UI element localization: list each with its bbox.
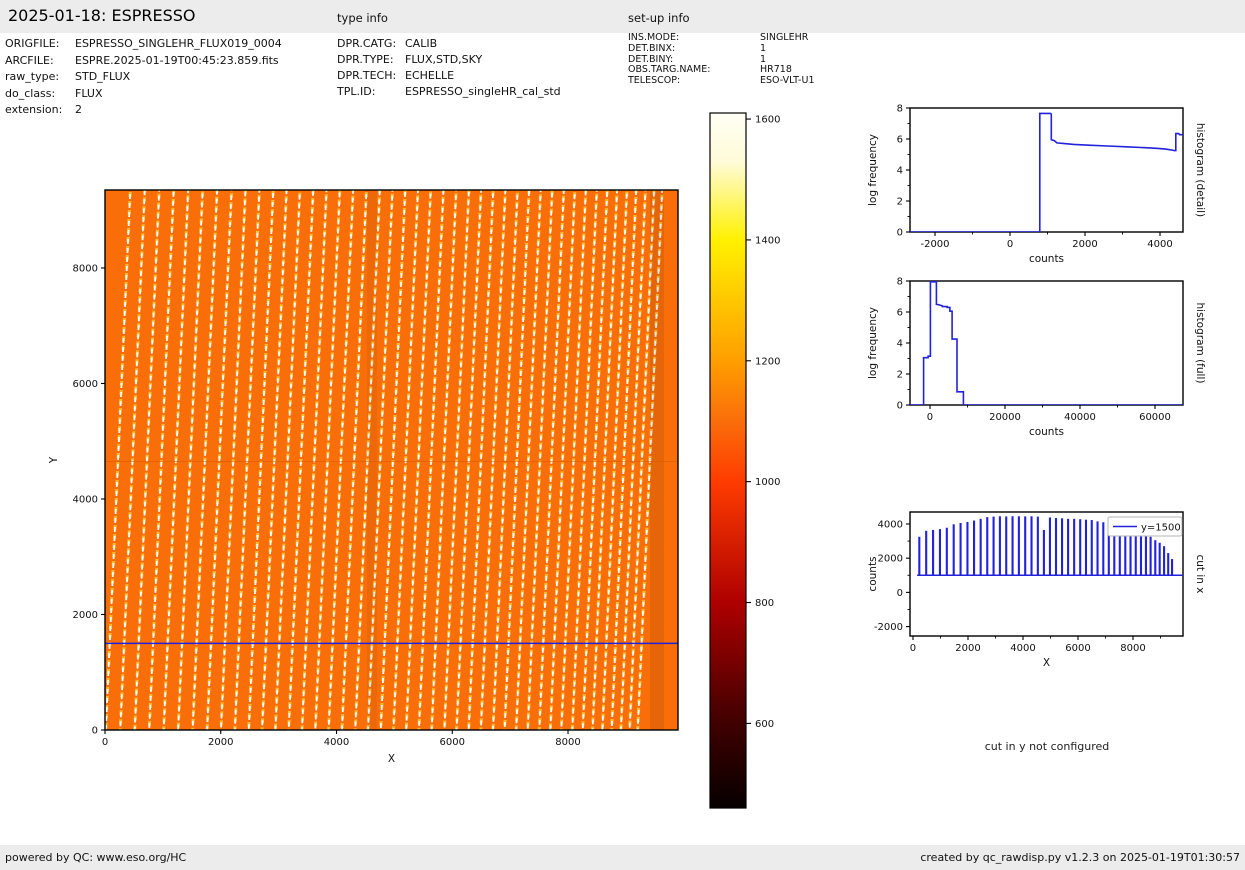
tick-label: 8000 xyxy=(1120,643,1145,654)
y-axis-label: Y xyxy=(48,456,60,464)
tick-label: 60000 xyxy=(1139,412,1171,423)
right-axis-label: cut in x xyxy=(1194,554,1206,593)
cut-in-y-note: cut in y not configured xyxy=(984,740,1110,753)
x-axis-label: counts xyxy=(1029,253,1064,265)
tick-label: 1000 xyxy=(755,477,780,488)
y-axis-label: log frequency xyxy=(867,307,879,379)
histogram-curve xyxy=(910,112,1183,232)
tick-label: 4000 xyxy=(324,737,349,748)
x-axis-label: X xyxy=(388,753,395,765)
right-axis-label: histogram (full) xyxy=(1194,303,1206,384)
tick-label: 2 xyxy=(897,370,903,381)
tick-label: 1200 xyxy=(755,356,780,367)
histogram-detail-plot: -2000 0 2000 4000 0 2 4 6 8 counts log frequency hi… xyxy=(867,104,1206,266)
tick-label: 2000 xyxy=(208,737,233,748)
tick-label: 0 xyxy=(897,401,903,412)
tick-label: 4 xyxy=(897,339,903,350)
tick-label: 0 xyxy=(102,737,108,748)
tick-label: 4000 xyxy=(1147,239,1172,250)
tick-label: 4 xyxy=(897,166,903,177)
tick-label: 1400 xyxy=(755,235,780,246)
tick-label: 8 xyxy=(897,104,903,115)
tick-label: 4000 xyxy=(878,519,903,530)
tick-label: 4000 xyxy=(73,494,98,505)
cut-in-x-plot: 0 2000 4000 6000 8000 -2000 0 2000 4000 Xcounts cu… xyxy=(867,511,1206,669)
tick-label: 8 xyxy=(897,277,903,288)
tick-label: 1600 xyxy=(755,115,780,126)
tick-label: 40000 xyxy=(1064,412,1096,423)
footer-bar: powered by QC: www.eso.org/HC created by… xyxy=(0,845,1245,870)
tick-label: 2000 xyxy=(73,610,98,621)
tick-label: -2000 xyxy=(874,622,903,633)
legend: y=1500 xyxy=(1107,516,1183,537)
tick-label: 2000 xyxy=(878,554,903,565)
y-axis-label: log frequency xyxy=(867,134,879,206)
tick-label: 0 xyxy=(92,726,98,737)
tick-label: 600 xyxy=(755,719,774,730)
footer-left-text: powered by QC: www.eso.org/HC xyxy=(5,851,187,864)
qc-rawdisp-page: 2025-01-18: ESPRESSO type info set-up in… xyxy=(0,0,1245,870)
footer-right-text: created by qc_rawdisp.py v1.2.3 on 2025-… xyxy=(920,851,1240,864)
histogram-curve xyxy=(910,281,1183,405)
tick-label: 6000 xyxy=(73,379,98,390)
x-axis-label: counts xyxy=(1029,426,1064,438)
tick-label: 6 xyxy=(897,308,903,319)
tick-label: 2000 xyxy=(955,643,980,654)
tick-label: 0 xyxy=(1007,239,1013,250)
tick-label: 6 xyxy=(897,135,903,146)
right-axis-label: histogram (detail) xyxy=(1194,123,1206,217)
tick-label: 20000 xyxy=(989,412,1021,423)
tick-label: 8000 xyxy=(73,263,98,274)
tick-label: 2000 xyxy=(1072,239,1097,250)
tick-label: 6000 xyxy=(440,737,465,748)
tick-label: 800 xyxy=(755,598,774,609)
legend-label: y=1500 xyxy=(1141,523,1181,534)
tick-label: 0 xyxy=(897,588,903,599)
tick-label: 2 xyxy=(897,197,903,208)
tick-label: -2000 xyxy=(920,239,949,250)
y-axis-label: counts xyxy=(867,556,879,591)
tick-label: 6000 xyxy=(1065,643,1090,654)
tick-label: 0 xyxy=(927,412,933,423)
tick-label: 8000 xyxy=(555,737,580,748)
tick-label: 0 xyxy=(897,228,903,239)
colorbar: 600 800 1000 1200 1400 1600 xyxy=(709,112,780,809)
raw-image-plot: 0 2000 4000 6000 8000 0 2000 4000 6000 8000 X Y xyxy=(48,189,679,765)
tick-label: 4000 xyxy=(1010,643,1035,654)
echelle-image xyxy=(105,190,678,730)
histogram-full-plot: 0 20000 40000 60000 0 2 4 6 8 counts log frequency… xyxy=(867,277,1206,439)
tick-label: 0 xyxy=(910,643,916,654)
x-axis-label: X xyxy=(1043,657,1050,669)
